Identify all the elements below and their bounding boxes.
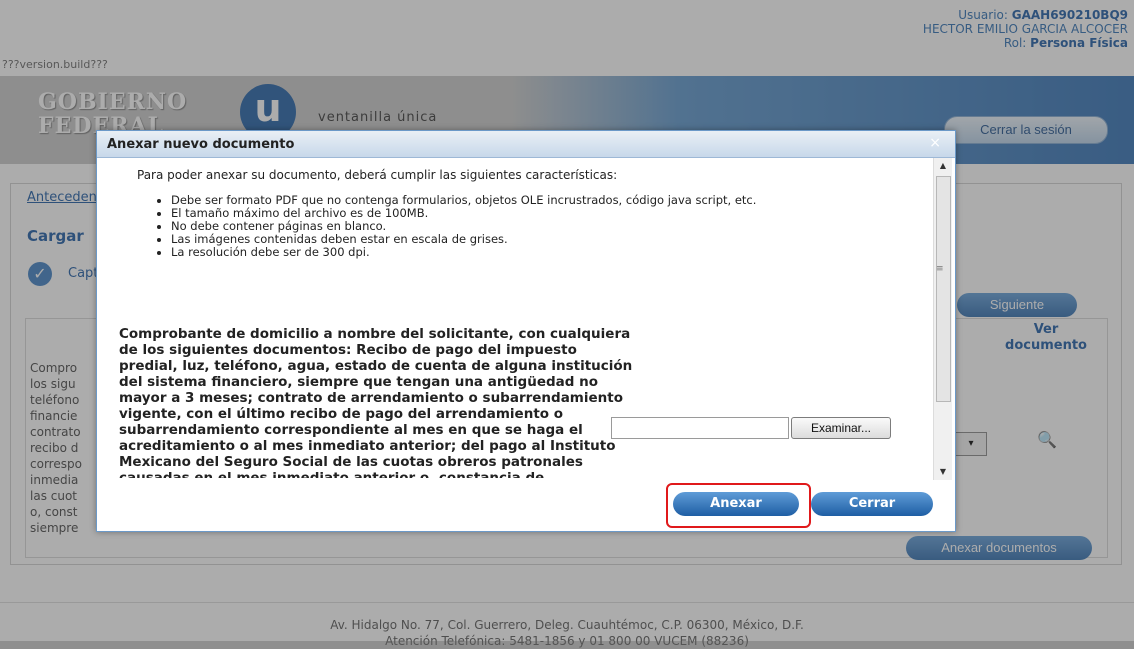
browse-button[interactable]: Examinar... xyxy=(791,417,891,439)
dialog-body: Para poder anexar su documento, deberá c… xyxy=(97,158,935,478)
requirements-list: Debe ser formato PDF que no contenga for… xyxy=(155,194,935,259)
scroll-down-icon[interactable]: ▼ xyxy=(934,464,952,480)
list-item: La resolución debe ser de 300 dpi. xyxy=(171,246,935,259)
attach-button[interactable]: Anexar xyxy=(673,492,799,516)
document-requirement-text: Comprobante de domicilio a nombre del so… xyxy=(119,326,633,478)
attach-document-dialog: Anexar nuevo documento × Para poder anex… xyxy=(96,130,956,532)
dialog-intro: Para poder anexar su documento, deberá c… xyxy=(137,168,618,182)
scroll-up-icon[interactable]: ▲ xyxy=(934,158,952,174)
close-icon[interactable]: × xyxy=(929,135,941,151)
scrollbar-thumb[interactable] xyxy=(936,176,951,402)
dialog-scrollbar[interactable]: ▲ ≡ ▼ xyxy=(933,158,952,480)
close-dialog-button[interactable]: Cerrar xyxy=(811,492,933,516)
dialog-titlebar: Anexar nuevo documento × xyxy=(97,131,955,158)
dialog-title: Anexar nuevo documento xyxy=(107,137,295,152)
grip-icon: ≡ xyxy=(936,264,944,274)
file-path-input[interactable] xyxy=(611,417,789,439)
